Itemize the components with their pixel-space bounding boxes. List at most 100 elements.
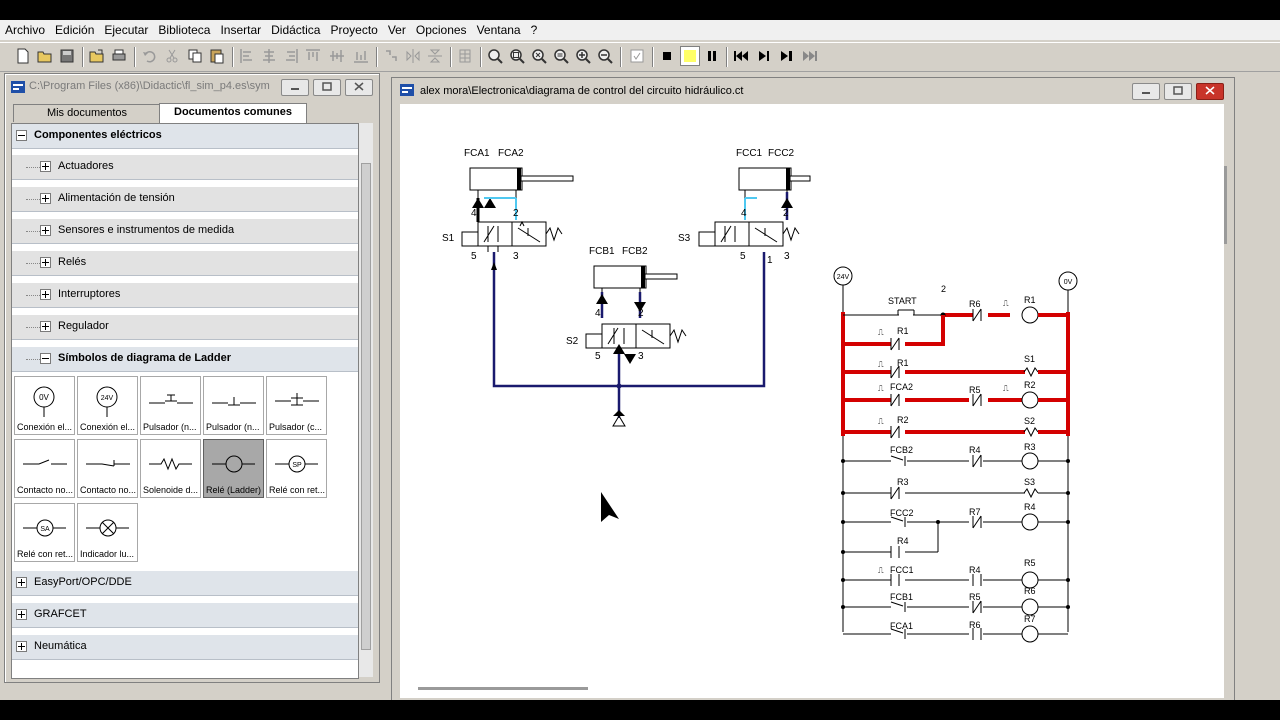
pause-icon[interactable] <box>703 47 721 65</box>
grid-icon[interactable] <box>456 47 474 65</box>
print-icon[interactable] <box>110 47 128 65</box>
tree-sensores[interactable]: Sensores e instrumentos de medida <box>12 219 358 244</box>
cut-icon[interactable] <box>163 47 181 65</box>
tree-componentes-electricos[interactable]: Componentes eléctricos <box>12 124 358 149</box>
expand-icon[interactable] <box>16 641 27 652</box>
menu-biblioteca[interactable]: Biblioteca <box>153 20 215 40</box>
valve-s2[interactable] <box>585 323 687 349</box>
tree-actuadores[interactable]: Actuadores <box>12 155 358 180</box>
play-icon[interactable] <box>680 46 700 66</box>
rotate-icon[interactable] <box>382 47 400 65</box>
tile-rele-retardo-1[interactable]: SP Relé con ret... <box>266 439 327 498</box>
expand-icon[interactable] <box>40 193 51 204</box>
maximize-button[interactable] <box>1164 83 1192 100</box>
cylinder-c[interactable] <box>738 167 811 198</box>
fast-forward-icon[interactable] <box>801 47 819 65</box>
valve-s3[interactable] <box>698 221 800 247</box>
label-fca1: FCA1 <box>464 148 490 159</box>
step-forward-icon[interactable] <box>778 47 796 65</box>
tile-conexion-0v[interactable]: 0V Conexión el... <box>14 376 75 435</box>
zoom-previous-icon[interactable] <box>552 47 570 65</box>
tab-documentos-comunes[interactable]: Documentos comunes <box>159 103 307 123</box>
tree-ladder[interactable]: Símbolos de diagrama de Ladder <box>12 347 358 372</box>
tree-regulador[interactable]: Regulador <box>12 315 358 340</box>
tree-interruptores[interactable]: Interruptores <box>12 283 358 308</box>
tile-pulsador-2[interactable]: Pulsador (n... <box>203 376 264 435</box>
copy-icon[interactable] <box>186 47 204 65</box>
minimize-button[interactable] <box>281 79 309 96</box>
menu-ver[interactable]: Ver <box>383 20 411 40</box>
tree-grafcet[interactable]: GRAFCET <box>12 603 358 628</box>
expand-icon[interactable] <box>16 609 27 620</box>
circuit-canvas[interactable]: FCA1 FCA2 4 2 S1 5 3 FCC1 FCC2 4 2 S3 5 … <box>400 104 1227 684</box>
horizontal-scrollbar-thumb[interactable] <box>418 687 588 690</box>
open-project-icon[interactable] <box>88 47 106 65</box>
zoom-out-icon[interactable] <box>596 47 614 65</box>
collapse-icon[interactable] <box>16 130 27 141</box>
tile-pulsador-3[interactable]: Pulsador (c... <box>266 376 327 435</box>
tile-rele-retardo-2[interactable]: SA Relé con ret... <box>14 503 75 562</box>
zoom-window-icon[interactable] <box>508 47 526 65</box>
ladder-diagram[interactable]: 24V 0V START 2 R6 ⎍ R1 ⎍ R1 ⎍ R1 S1 ⎍ FC… <box>833 266 1078 643</box>
undo-icon[interactable] <box>140 47 158 65</box>
tree-easyport[interactable]: EasyPort/OPC/DDE <box>12 571 358 596</box>
expand-icon[interactable] <box>40 161 51 172</box>
align-top-icon[interactable] <box>304 47 322 65</box>
cylinder-b[interactable] <box>593 265 678 296</box>
zoom-fit-icon[interactable] <box>486 47 504 65</box>
paste-icon[interactable] <box>208 47 226 65</box>
align-center-icon[interactable] <box>260 47 278 65</box>
tree-neumatica[interactable]: Neumática <box>12 635 358 660</box>
close-button[interactable] <box>345 79 373 96</box>
library-scrollbar[interactable] <box>359 123 373 677</box>
maximize-button[interactable] <box>313 79 341 96</box>
tile-conexion-24v[interactable]: 24V Conexión el... <box>77 376 138 435</box>
menu-archivo[interactable]: Archivo <box>0 20 50 40</box>
tree-alimentacion[interactable]: Alimentación de tensión <box>12 187 358 212</box>
menu-edicion[interactable]: Edición <box>50 20 99 40</box>
tile-solenoide[interactable]: Solenoide d... <box>140 439 201 498</box>
align-right-icon[interactable] <box>282 47 300 65</box>
minimize-button[interactable] <box>1132 83 1160 100</box>
stop-icon[interactable] <box>658 47 676 65</box>
tile-rele-ladder[interactable]: Relé (Ladder) <box>203 439 264 498</box>
mirror-v-icon[interactable] <box>426 47 444 65</box>
expand-icon[interactable] <box>40 257 51 268</box>
collapse-icon[interactable] <box>40 353 51 364</box>
align-bottom-icon[interactable] <box>352 47 370 65</box>
expand-icon[interactable] <box>40 321 51 332</box>
tile-contacto-2[interactable]: Contacto no... <box>77 439 138 498</box>
save-icon[interactable] <box>58 47 76 65</box>
menu-ejecutar[interactable]: Ejecutar <box>99 20 153 40</box>
horizontal-scrollbar[interactable] <box>400 684 1224 698</box>
expand-icon[interactable] <box>40 289 51 300</box>
scrollbar-thumb[interactable] <box>361 163 371 650</box>
tile-indicador[interactable]: Indicador lu... <box>77 503 138 562</box>
reset-icon[interactable] <box>732 47 750 65</box>
menu-didactica[interactable]: Didáctica <box>266 20 325 40</box>
expand-icon[interactable] <box>16 577 27 588</box>
align-left-icon[interactable] <box>238 47 256 65</box>
tree-reles[interactable]: Relés <box>12 251 358 276</box>
menu-opciones[interactable]: Opciones <box>411 20 472 40</box>
zoom-all-icon[interactable] <box>530 47 548 65</box>
vertical-scrollbar-thumb[interactable] <box>1224 166 1227 244</box>
check-drawing-icon[interactable] <box>628 47 646 65</box>
step-icon[interactable] <box>755 47 773 65</box>
menu-ventana[interactable]: Ventana <box>472 20 526 40</box>
menu-proyecto[interactable]: Proyecto <box>325 20 382 40</box>
menu-insertar[interactable]: Insertar <box>215 20 266 40</box>
mirror-h-icon[interactable] <box>404 47 422 65</box>
align-middle-icon[interactable] <box>328 47 346 65</box>
close-button[interactable] <box>1196 83 1224 100</box>
tab-mis-documentos[interactable]: Mis documentos <box>13 104 161 122</box>
valve-s1[interactable] <box>461 220 563 247</box>
tile-contacto-1[interactable]: Contacto no... <box>14 439 75 498</box>
tile-pulsador-1[interactable]: Pulsador (n... <box>140 376 201 435</box>
open-folder-icon[interactable] <box>36 47 54 65</box>
menu-help[interactable]: ? <box>526 20 543 40</box>
cylinder-a[interactable] <box>469 167 574 198</box>
zoom-in-icon[interactable] <box>574 47 592 65</box>
expand-icon[interactable] <box>40 225 51 236</box>
new-file-icon[interactable] <box>14 47 32 65</box>
